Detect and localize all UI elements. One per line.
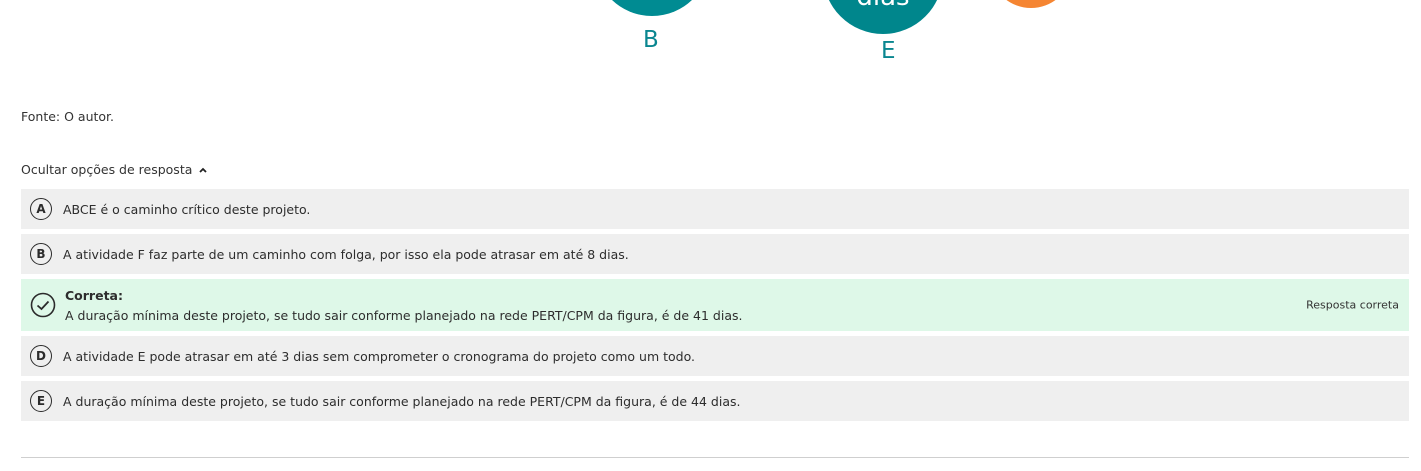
divider <box>21 457 1409 458</box>
diagram-node-b <box>594 0 710 16</box>
option-status-title: Correta: <box>65 287 123 303</box>
diagram-label-e: E <box>881 38 896 64</box>
option-letter-badge: B <box>30 243 52 265</box>
toggle-label: Ocultar opções de resposta <box>21 162 193 177</box>
answer-option-b[interactable]: B A atividade F faz parte de um caminho … <box>21 234 1409 274</box>
answer-option-a[interactable]: A ABCE é o caminho crítico deste projeto… <box>21 189 1409 229</box>
diagram-label-b: B <box>643 27 659 53</box>
option-text: A atividade F faz parte de um caminho co… <box>63 246 629 262</box>
check-circle-icon <box>30 292 56 318</box>
option-text: A atividade E pode atrasar em até 3 dias… <box>63 348 696 364</box>
option-letter-badge: E <box>30 390 52 412</box>
option-text: A duração mínima deste projeto, se tudo … <box>65 307 743 323</box>
option-text: ABCE é o caminho crítico deste projeto. <box>63 201 311 217</box>
diagram-node-e-text: dias <box>823 0 943 10</box>
chevron-up-icon <box>199 167 208 173</box>
correct-answer-label: Resposta correta <box>1306 298 1399 312</box>
toggle-answer-options[interactable]: Ocultar opções de resposta <box>21 162 208 177</box>
option-text: A duração mínima deste projeto, se tudo … <box>63 393 741 409</box>
answer-option-e[interactable]: E A duração mínima deste projeto, se tud… <box>21 381 1409 421</box>
option-letter-badge: D <box>30 345 52 367</box>
answer-options-list: A ABCE é o caminho crítico deste projeto… <box>21 189 1409 426</box>
option-letter-badge: A <box>30 198 52 220</box>
answer-option-c-correct[interactable]: Correta: A duração mínima deste projeto,… <box>21 279 1409 331</box>
answer-option-d[interactable]: D A atividade E pode atrasar em até 3 di… <box>21 336 1409 376</box>
diagram-node-orange <box>993 0 1069 8</box>
figure-source: Fonte: O autor. <box>21 109 114 124</box>
